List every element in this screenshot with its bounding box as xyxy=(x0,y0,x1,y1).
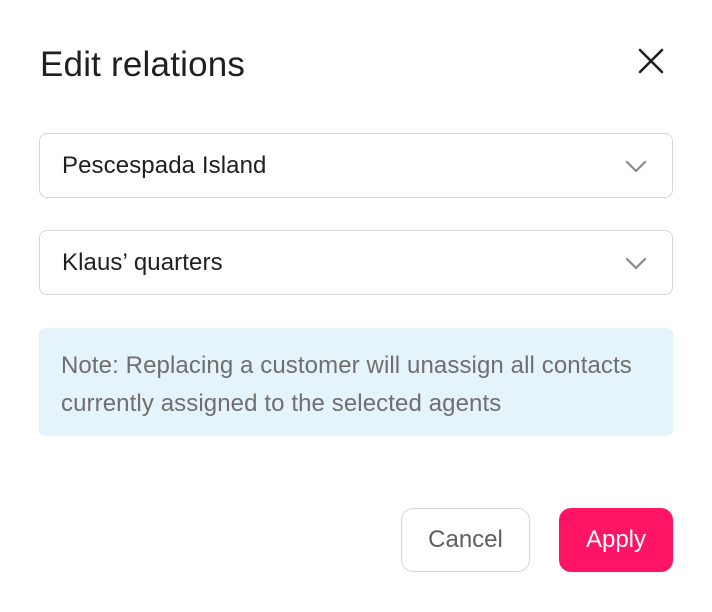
dialog-title: Edit relations xyxy=(40,45,246,84)
location-select[interactable]: Klaus’ quarters xyxy=(39,230,673,295)
chevron-down-icon xyxy=(625,160,647,173)
customer-select-value: Pescespada Island xyxy=(62,152,267,179)
customer-select[interactable]: Pescespada Island xyxy=(39,133,673,198)
edit-relations-dialog: Edit relations Pescespada Island Klaus’ … xyxy=(0,0,712,612)
location-select-value: Klaus’ quarters xyxy=(62,249,223,276)
cancel-button[interactable]: Cancel xyxy=(401,508,530,572)
info-note: Note: Replacing a customer will unassign… xyxy=(39,328,673,436)
info-note-text: Note: Replacing a customer will unassign… xyxy=(61,352,632,417)
close-icon xyxy=(638,48,664,74)
chevron-down-icon xyxy=(625,257,647,270)
apply-button[interactable]: Apply xyxy=(559,508,673,572)
close-button[interactable] xyxy=(628,38,674,84)
